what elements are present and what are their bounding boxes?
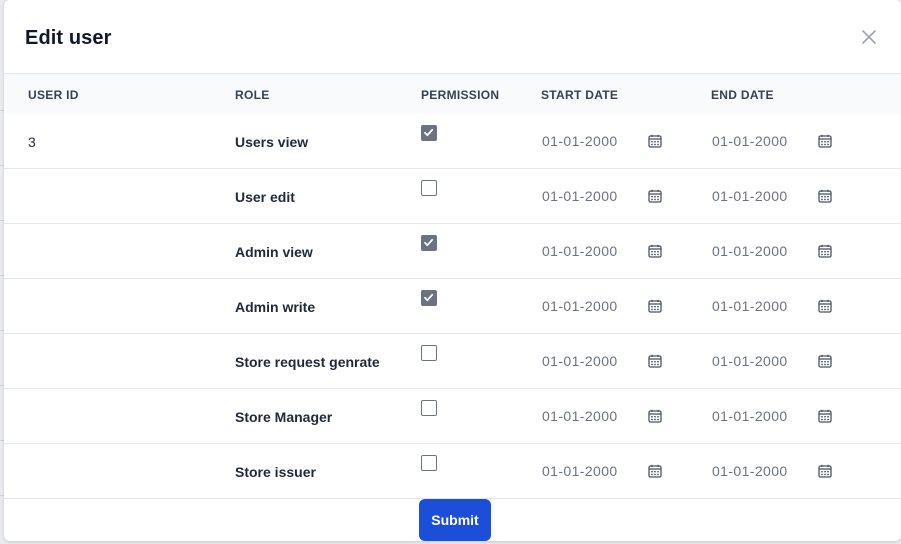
role-cell: Users view — [235, 134, 309, 150]
table-body: 3 Users view 01-01-2000 01-01-2000 User edit… — [4, 114, 901, 499]
checkbox[interactable] — [421, 345, 437, 361]
checkbox[interactable] — [421, 180, 437, 196]
calendar-icon[interactable] — [818, 134, 832, 148]
calendar-icon[interactable] — [648, 354, 662, 368]
role-cell: Store request genrate — [235, 354, 380, 370]
permission-checkbox[interactable] — [421, 235, 437, 251]
user-id-cell: 3 — [28, 134, 36, 150]
calendar-icon[interactable] — [818, 299, 832, 313]
end-date-value: 01-01-2000 — [712, 408, 788, 424]
checkbox[interactable] — [421, 125, 437, 141]
end-date-value: 01-01-2000 — [712, 133, 788, 149]
calendar-icon[interactable] — [648, 134, 662, 148]
calendar-icon[interactable] — [648, 189, 662, 203]
start-date-value: 01-01-2000 — [542, 353, 618, 369]
calendar-icon[interactable] — [818, 409, 832, 423]
end-date-value: 01-01-2000 — [712, 298, 788, 314]
calendar-icon[interactable] — [818, 354, 832, 368]
end-date-value: 01-01-2000 — [712, 463, 788, 479]
checkbox[interactable] — [421, 455, 437, 471]
table-row: Store Manager 01-01-2000 01-01-2000 — [4, 389, 901, 444]
header-user-id: USER ID — [28, 88, 79, 102]
role-cell: Store issuer — [235, 464, 316, 480]
permission-checkbox[interactable] — [421, 345, 437, 361]
modal-title: Edit user — [25, 27, 112, 49]
end-date-value: 01-01-2000 — [712, 243, 788, 259]
start-date-value: 01-01-2000 — [542, 408, 618, 424]
checkbox[interactable] — [421, 400, 437, 416]
close-icon[interactable] — [860, 28, 878, 46]
table-row: 3 Users view 01-01-2000 01-01-2000 — [4, 114, 901, 169]
calendar-icon[interactable] — [818, 189, 832, 203]
start-date-value: 01-01-2000 — [542, 298, 618, 314]
role-cell: User edit — [235, 189, 295, 205]
permission-checkbox[interactable] — [421, 180, 437, 196]
edit-user-modal: Edit user USER ID ROLE PERMISSION START … — [4, 0, 901, 541]
submit-button[interactable]: Submit — [419, 499, 491, 541]
calendar-icon[interactable] — [648, 244, 662, 258]
permission-checkbox[interactable] — [421, 400, 437, 416]
role-cell: Admin view — [235, 244, 313, 260]
header-permission: PERMISSION — [421, 88, 500, 102]
permission-checkbox[interactable] — [421, 455, 437, 471]
modal-footer: Submit — [4, 499, 901, 541]
role-cell: Admin write — [235, 299, 316, 315]
checkbox[interactable] — [421, 290, 437, 306]
permission-checkbox[interactable] — [421, 125, 437, 141]
header-start-date: START DATE — [541, 88, 619, 102]
calendar-icon[interactable] — [648, 409, 662, 423]
table-row: User edit 01-01-2000 01-01-2000 — [4, 169, 901, 224]
end-date-value: 01-01-2000 — [712, 353, 788, 369]
calendar-icon[interactable] — [818, 464, 832, 478]
role-cell: Store Manager — [235, 409, 333, 425]
calendar-icon[interactable] — [818, 244, 832, 258]
calendar-icon[interactable] — [648, 464, 662, 478]
start-date-value: 01-01-2000 — [542, 133, 618, 149]
table-row: Store issuer 01-01-2000 01-01-2000 — [4, 444, 901, 499]
start-date-value: 01-01-2000 — [542, 463, 618, 479]
permission-checkbox[interactable] — [421, 290, 437, 306]
table-header: USER ID ROLE PERMISSION START DATE END D… — [4, 74, 901, 114]
end-date-value: 01-01-2000 — [712, 188, 788, 204]
table-row: Admin write 01-01-2000 01-01-2000 — [4, 279, 901, 334]
checkbox[interactable] — [421, 235, 437, 251]
modal-header: Edit user — [4, 0, 901, 74]
start-date-value: 01-01-2000 — [542, 243, 618, 259]
start-date-value: 01-01-2000 — [542, 188, 618, 204]
header-end-date: END DATE — [711, 88, 774, 102]
table-row: Store request genrate 01-01-2000 01-01-200… — [4, 334, 901, 389]
calendar-icon[interactable] — [648, 299, 662, 313]
header-role: ROLE — [235, 88, 270, 102]
table-row: Admin view 01-01-2000 01-01-2000 — [4, 224, 901, 279]
